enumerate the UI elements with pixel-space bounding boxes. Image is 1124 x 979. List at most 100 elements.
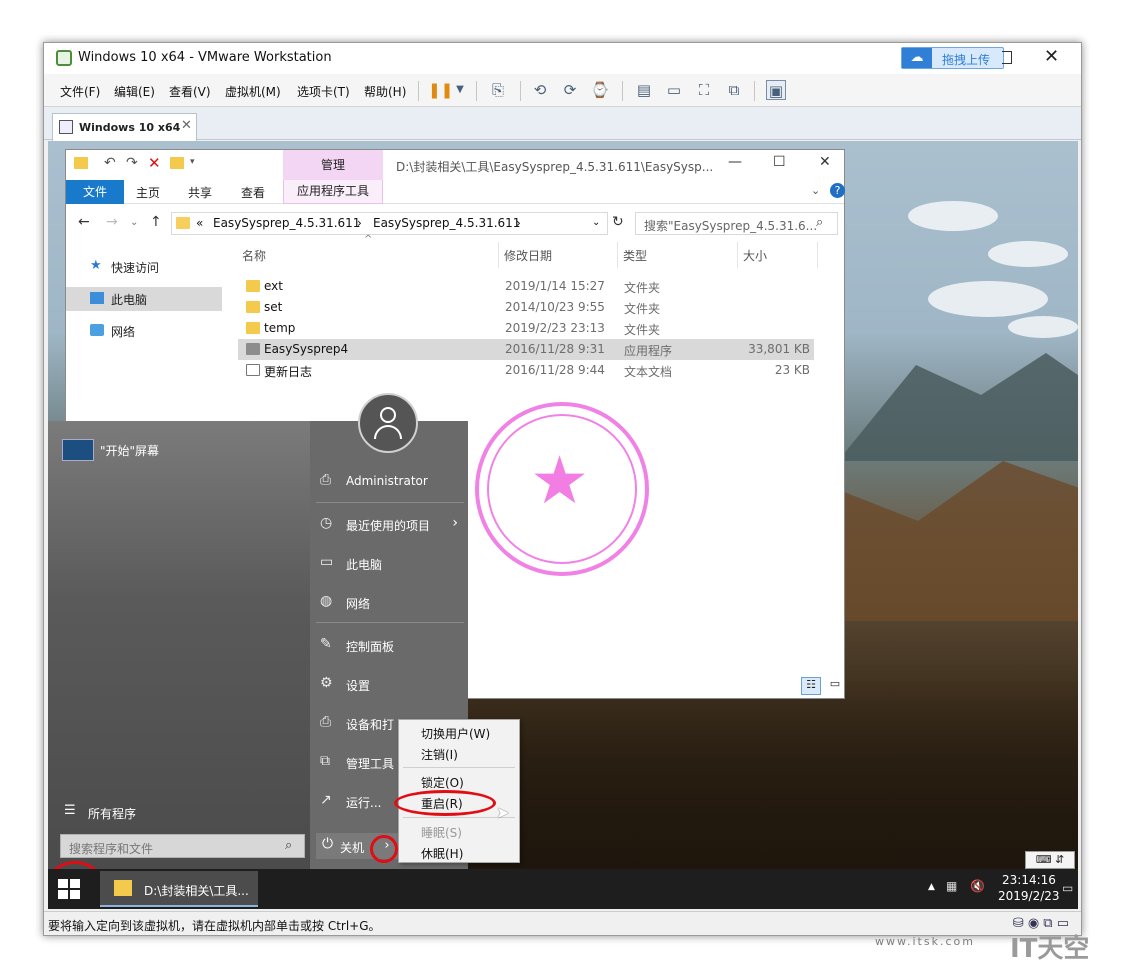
nav-quick-access[interactable]: ★ 快速访问 [66, 255, 222, 279]
wrench-icon: ✎ [320, 636, 332, 652]
tab-file[interactable]: 文件 [66, 180, 124, 204]
maximize-icon[interactable]: ☐ [773, 154, 786, 170]
power-hibernate[interactable]: 休眠(H) [421, 845, 463, 862]
chevron-down-icon[interactable]: ▼ [450, 80, 470, 100]
file-row[interactable]: EasySysprep4 2016/11/28 9:31 应用程序 33,801… [238, 339, 814, 360]
file-row[interactable]: temp 2019/2/23 23:13 文件夹 [238, 318, 814, 339]
tab-view[interactable]: 查看 [241, 184, 265, 201]
menu-edit[interactable]: 编辑(E) [114, 83, 155, 100]
ribbon-expand-icon[interactable]: ⌄ [811, 184, 820, 197]
breadcrumb-separator[interactable]: › [516, 216, 521, 230]
revert-snapshot-icon[interactable]: ⟳ [560, 80, 580, 100]
explorer-title-path: D:\封装相关\工具\EasySysprep_4.5.31.611\EasySy… [396, 160, 714, 174]
start-item-this-pc[interactable]: ▭ 此电脑 [316, 553, 464, 575]
file-row[interactable]: set 2014/10/23 9:55 文件夹 [238, 297, 814, 318]
maximize-icon[interactable] [1002, 51, 1012, 64]
menu-vm[interactable]: 虚拟机(M) [225, 83, 281, 100]
breadcrumb-separator[interactable]: › [357, 216, 362, 230]
snapshot-manager-icon[interactable]: ⌚ [590, 80, 610, 100]
network-error-icon[interactable]: ▦ [946, 879, 957, 893]
power-lock[interactable]: 锁定(O) [421, 774, 464, 791]
qat-dropdown-icon[interactable]: ▾ [190, 157, 195, 167]
menu-view[interactable]: 查看(V) [169, 83, 211, 100]
column-size[interactable]: 大小 [743, 247, 767, 264]
taskbar-explorer-item[interactable]: D:\封装相关\工具... [100, 871, 258, 907]
keyboard-indicator[interactable]: ⌨ ⇵ [1025, 851, 1075, 869]
tab-close-icon[interactable]: ✕ [181, 118, 192, 133]
console-view-icon[interactable]: ▣ [766, 80, 786, 100]
thumbnail-icon[interactable]: ▭ [664, 80, 684, 100]
close-icon[interactable]: ✕ [819, 154, 831, 170]
details-view-icon[interactable]: ☷ [801, 677, 821, 695]
menu-help[interactable]: 帮助(H) [364, 83, 406, 100]
notification-icon[interactable]: ▭ [1062, 881, 1073, 895]
file-name: ext [264, 279, 283, 293]
breadcrumb-overflow[interactable]: « [196, 216, 203, 230]
address-bar[interactable]: « EasySysprep_4.5.31.611 › EasySysprep_4… [171, 212, 608, 235]
drag-upload-button[interactable]: ☁ 拖拽上传 [901, 47, 1004, 69]
minimize-icon[interactable]: — [728, 154, 742, 170]
gear-icon: ⚙ [320, 675, 333, 691]
file-row[interactable]: ext 2019/1/14 15:27 文件夹 [238, 276, 814, 297]
start-search-input[interactable]: 搜索程序和文件 ⌕ [60, 834, 305, 858]
search-input[interactable]: 搜索"EasySysprep_4.5.31.6... ⌕ [635, 212, 838, 235]
back-icon[interactable]: ← [78, 214, 90, 230]
column-name[interactable]: 名称 [242, 247, 266, 264]
clock-date[interactable]: 2019/2/23 [998, 889, 1060, 903]
power-switch-user[interactable]: 切换用户(W) [421, 725, 490, 742]
large-icons-view-icon[interactable]: ▭ [825, 677, 845, 695]
globe-icon: ◍ [320, 593, 333, 609]
redo-icon[interactable]: ↷ [126, 155, 138, 171]
vm-tab-strip: Windows 10 x64 ✕ [44, 107, 1081, 141]
nav-this-pc[interactable]: 此电脑 [66, 287, 222, 311]
start-item-administrator[interactable]: ⎙ Administrator [316, 471, 464, 493]
breadcrumb-item[interactable]: EasySysprep_4.5.31.611 [373, 216, 520, 230]
tray-overflow-icon[interactable]: ▲ [928, 882, 935, 892]
start-item-control-panel[interactable]: ✎ 控制面板 [316, 635, 464, 657]
start-screen-item[interactable]: "开始"屏幕 [100, 442, 159, 459]
nav-label: 此电脑 [111, 293, 148, 307]
forward-icon[interactable]: → [106, 214, 118, 230]
power-log-off[interactable]: 注销(I) [421, 746, 458, 763]
tab-home[interactable]: 主页 [136, 184, 160, 201]
nav-network[interactable]: 网络 [66, 319, 222, 343]
address-dropdown-icon[interactable]: ⌄ [592, 217, 600, 228]
recent-dropdown-icon[interactable]: ⌄ [130, 217, 138, 228]
vm-icon [59, 120, 73, 134]
start-item-recent[interactable]: ◷ 最近使用的项目 › [316, 514, 464, 536]
library-icon[interactable]: ▤ [634, 80, 654, 100]
send-keys-icon[interactable]: ⎘ [488, 80, 508, 100]
snapshot-icon[interactable]: ⟲ [530, 80, 550, 100]
all-programs-item[interactable]: 所有程序 [88, 805, 136, 822]
file-row[interactable]: 更新日志 2016/11/28 9:44 文本文档 23 KB [238, 360, 814, 381]
clock-time[interactable]: 23:14:16 [1002, 873, 1056, 887]
menu-tabs[interactable]: 选项卡(T) [297, 83, 350, 100]
fullscreen-icon[interactable]: ⛶ [694, 80, 714, 100]
up-icon[interactable]: ↑ [150, 214, 162, 230]
new-folder-icon[interactable] [170, 157, 184, 169]
tab-share[interactable]: 共享 [188, 184, 212, 201]
user-avatar[interactable] [358, 393, 418, 453]
refresh-icon[interactable]: ↻ [612, 214, 624, 230]
file-date: 2019/2/23 23:13 [505, 321, 605, 335]
tab-windows-10-x64[interactable]: Windows 10 x64 ✕ [52, 113, 197, 141]
start-item-network[interactable]: ◍ 网络 [316, 592, 464, 614]
title-bar: Windows 10 x64 - VMware Workstation ☁ 拖拽… [44, 43, 1081, 74]
tab-application-tools[interactable]: 应用程序工具 [283, 180, 383, 204]
undo-icon[interactable]: ↶ [104, 155, 116, 171]
star-icon: ★ [530, 442, 590, 519]
start-item-settings[interactable]: ⚙ 设置 [316, 674, 464, 696]
column-date[interactable]: 修改日期 [504, 247, 552, 264]
volume-muted-icon[interactable]: 🔇 [970, 879, 985, 893]
breadcrumb-item[interactable]: EasySysprep_4.5.31.611 [213, 216, 360, 230]
file-date: 2019/1/14 15:27 [505, 279, 605, 293]
delete-icon[interactable]: ✕ [148, 154, 161, 172]
menu-file[interactable]: 文件(F) [60, 83, 100, 100]
help-icon[interactable]: ? [830, 183, 845, 198]
close-icon[interactable]: ✕ [1044, 46, 1059, 67]
column-type[interactable]: 类型 [623, 247, 647, 264]
unity-icon[interactable]: ⧉ [724, 80, 744, 100]
windows-start-icon[interactable] [58, 879, 80, 899]
folder-icon [176, 217, 190, 229]
pause-icon[interactable]: ❚❚ [428, 80, 453, 100]
